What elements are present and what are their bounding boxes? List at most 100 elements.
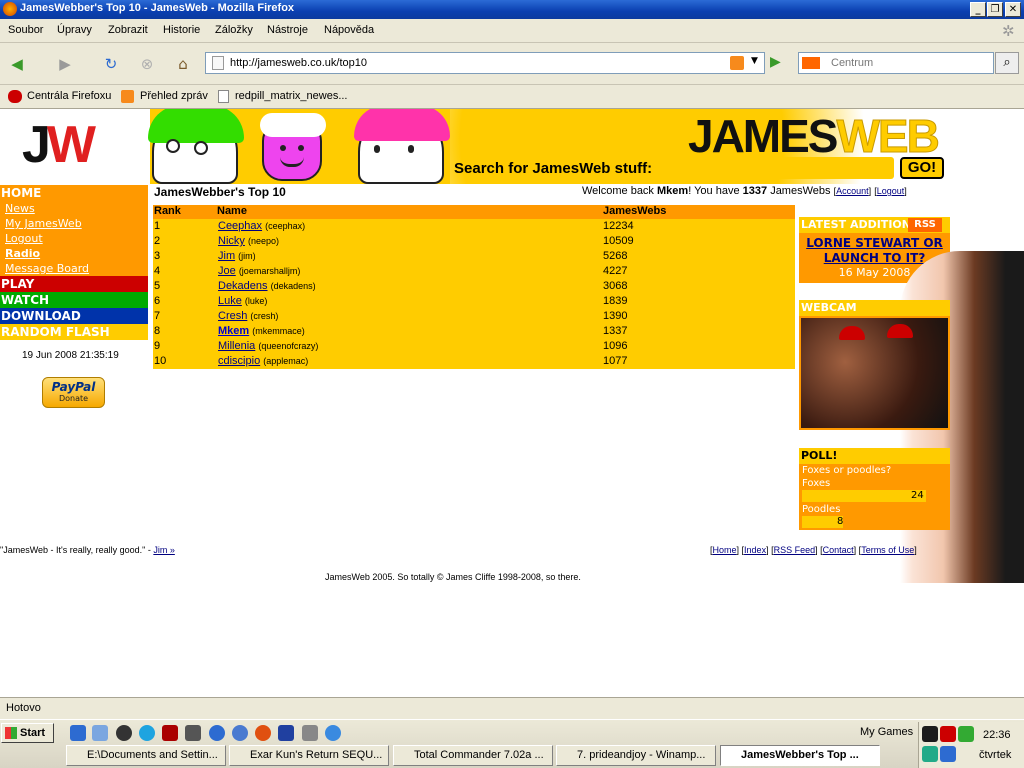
ati-tray-icon[interactable] xyxy=(940,726,956,742)
welcome-prefix: Welcome back xyxy=(582,185,654,197)
nav-news[interactable]: News xyxy=(0,201,148,216)
search-input[interactable]: Centrum xyxy=(831,57,873,69)
show-desktop-icon[interactable] xyxy=(70,725,86,741)
tool-icon[interactable] xyxy=(302,725,318,741)
steam-tray-icon[interactable] xyxy=(922,726,938,742)
home-icon[interactable]: ⌂ xyxy=(172,53,194,75)
player-name-link[interactable]: cdiscipio xyxy=(218,355,260,367)
site-search-input[interactable] xyxy=(686,157,894,179)
firefox-quicklaunch-icon[interactable] xyxy=(255,725,271,741)
menu-history[interactable]: Historie xyxy=(163,24,200,36)
header-name: Name xyxy=(217,205,247,217)
nav-radio[interactable]: Radio xyxy=(0,246,148,261)
url-dropdown-icon[interactable]: ▼ xyxy=(751,56,758,66)
webcam-image[interactable] xyxy=(801,318,948,428)
menu-edit[interactable]: Úpravy xyxy=(57,24,92,36)
check-tray-icon[interactable] xyxy=(958,726,974,742)
floppy-icon[interactable] xyxy=(278,725,294,741)
nav-watch[interactable]: WATCH xyxy=(0,292,148,308)
back-icon[interactable]: ◀ xyxy=(6,53,28,75)
start-button[interactable]: Start xyxy=(1,723,54,743)
player-username: (luke) xyxy=(244,296,268,306)
jw-logo[interactable]: JW xyxy=(22,115,96,175)
nav-random-flash[interactable]: RANDOM FLASH xyxy=(0,324,148,340)
forward-icon[interactable]: ▶ xyxy=(54,53,76,75)
menu-file[interactable]: Soubor xyxy=(8,24,43,36)
game-icon[interactable] xyxy=(162,725,178,741)
footer-rss-link[interactable]: RSS Feed xyxy=(774,545,816,555)
player-name-link[interactable]: Millenia xyxy=(218,340,255,352)
menu-help[interactable]: Nápověda xyxy=(324,24,374,36)
row-name-cell: Joe (joemarshalljm) xyxy=(218,265,300,277)
latest-addition-link[interactable]: LORNE STEWART OR LAUNCH TO IT? xyxy=(806,236,943,265)
nav-my-jamesweb[interactable]: My JamesWeb xyxy=(0,216,148,231)
player-icon[interactable] xyxy=(232,725,248,741)
task-total-commander[interactable]: Total Commander 7.02a ... xyxy=(393,745,553,766)
bookmark-redpill[interactable]: redpill_matrix_newes... xyxy=(235,90,348,102)
quote-author-link[interactable]: Jim » xyxy=(153,545,175,555)
player-name-link[interactable]: Luke xyxy=(218,295,242,307)
task-exar-kun[interactable]: Exar Kun's Return SEQU... xyxy=(229,745,389,766)
nav-message-board[interactable]: Message Board xyxy=(0,261,148,276)
footer-index-link[interactable]: Index xyxy=(744,545,766,555)
poll-answer-poodles[interactable]: Poodles xyxy=(802,504,840,515)
header-rank: Rank xyxy=(154,205,181,217)
rss-badge[interactable]: RSS xyxy=(908,218,942,232)
player-name-link[interactable]: Nicky xyxy=(218,235,245,247)
skype-icon[interactable] xyxy=(139,725,155,741)
player-name-link[interactable]: Dekadens xyxy=(218,280,268,292)
rss-feed-icon[interactable] xyxy=(730,56,744,70)
footer-terms-link[interactable]: Terms of Use xyxy=(861,545,914,555)
clock-time[interactable]: 22:36 xyxy=(983,729,1011,741)
logout-link[interactable]: Logout xyxy=(877,186,905,196)
stop-icon[interactable]: ⊗ xyxy=(136,53,158,75)
nav-logout[interactable]: Logout xyxy=(0,231,148,246)
account-link[interactable]: Account xyxy=(836,186,869,196)
welcome-count: 1337 xyxy=(742,185,768,197)
media-icon[interactable] xyxy=(209,725,225,741)
explorer-icon[interactable] xyxy=(92,725,108,741)
maximize-button[interactable]: ❐ xyxy=(987,2,1003,17)
go-arrow-icon[interactable]: ▶ xyxy=(770,54,781,70)
poll-answer-foxes[interactable]: Foxes xyxy=(802,478,830,489)
nav-download[interactable]: DOWNLOAD xyxy=(0,308,148,324)
menu-bookmarks[interactable]: Záložky xyxy=(215,24,253,36)
url-bar[interactable]: http://jamesweb.co.uk/top10 ▼ xyxy=(205,52,765,74)
paypal-donate-button[interactable]: PayPal Donate xyxy=(42,377,105,408)
menu-view[interactable]: Zobrazit xyxy=(108,24,148,36)
window-titlebar: JamesWebber's Top 10 - JamesWeb - Mozill… xyxy=(0,0,1024,19)
search-bar[interactable]: Centrum xyxy=(798,52,994,74)
task-winamp[interactable]: 7. prideandjoy - Winamp... xyxy=(556,745,716,766)
player-name-link[interactable]: Ceephax xyxy=(218,220,262,232)
nav-home[interactable]: HOME xyxy=(0,185,148,201)
windows-logo-icon xyxy=(5,727,17,739)
close-button[interactable]: ✕ xyxy=(1005,2,1021,17)
menu-tools[interactable]: Nástroje xyxy=(267,24,308,36)
ie-icon[interactable] xyxy=(325,725,341,741)
minimize-button[interactable]: _ xyxy=(970,2,986,17)
site-search-go-button[interactable]: GO! xyxy=(900,157,944,179)
bookmark-firefox-central[interactable]: Centrála Firefoxu xyxy=(27,90,111,102)
nav-play[interactable]: PLAY xyxy=(0,276,148,292)
row-name-cell: Ceephax (ceephax) xyxy=(218,220,305,232)
app-icon[interactable] xyxy=(116,725,132,741)
player-name-link[interactable]: Cresh xyxy=(218,310,247,322)
player-name-link[interactable]: Jim xyxy=(218,250,235,262)
my-games-label[interactable]: My Games xyxy=(860,726,913,738)
search-engine-icon[interactable] xyxy=(802,57,820,69)
bookmark-news-overview[interactable]: Přehled zpráv xyxy=(140,90,208,102)
task-documents[interactable]: E:\Documents and Settin... xyxy=(66,745,226,766)
player-name-link[interactable]: Joe xyxy=(218,265,236,277)
player-name-link[interactable]: Mkem xyxy=(218,325,249,337)
row-name-cell: Mkem (mkemmace) xyxy=(218,325,305,337)
task-firefox[interactable]: JamesWebber's Top ... xyxy=(720,745,880,766)
search-icon[interactable]: ⌕ xyxy=(995,52,1019,74)
player-username: (jim) xyxy=(238,251,256,261)
start-label: Start xyxy=(20,727,46,739)
reload-icon[interactable]: ↻ xyxy=(100,53,122,75)
footer-home-link[interactable]: Home xyxy=(713,545,737,555)
network-tray-icon[interactable] xyxy=(922,746,938,762)
footer-contact-link[interactable]: Contact xyxy=(823,545,854,555)
terminal-icon[interactable] xyxy=(185,725,201,741)
sound-tray-icon[interactable] xyxy=(940,746,956,762)
